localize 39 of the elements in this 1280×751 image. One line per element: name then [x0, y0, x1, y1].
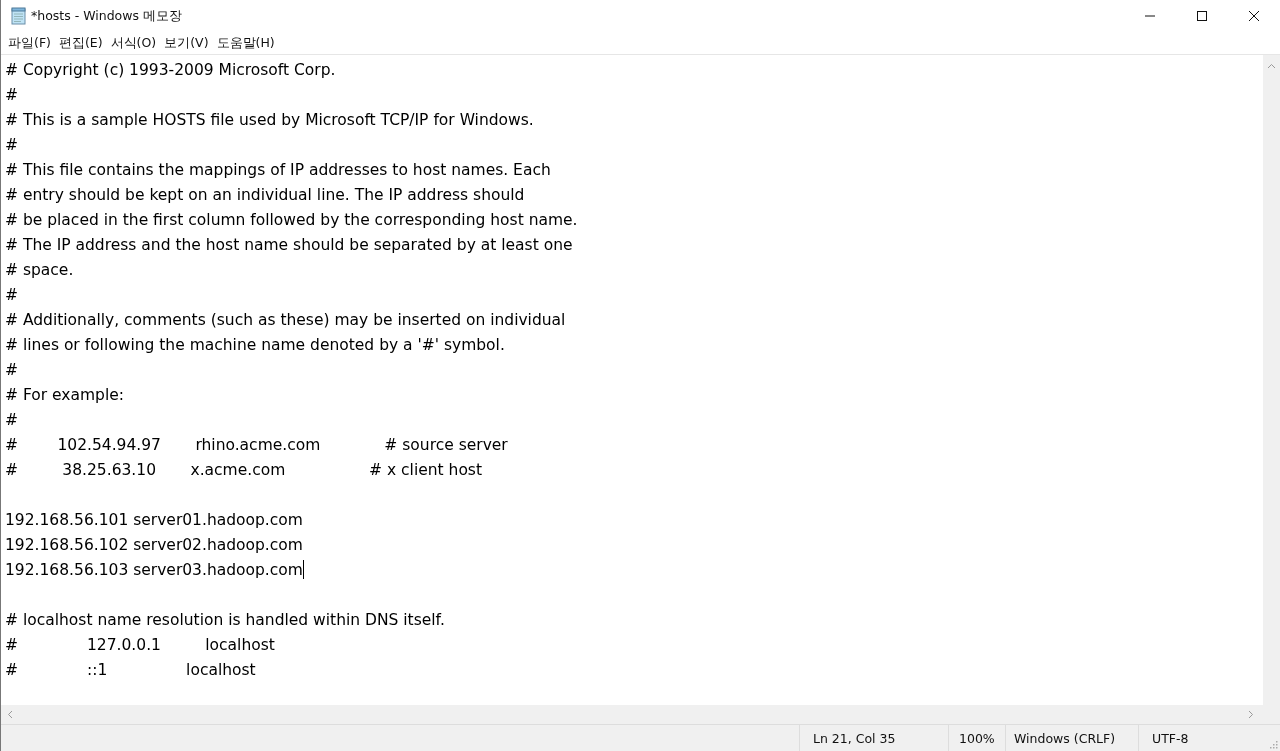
text-line: # lines or following the machine name denoted by a '#' symbol. [5, 334, 505, 355]
status-item: 100% [948, 725, 1005, 751]
text-line: # [5, 359, 18, 380]
text-line: # Additionally, comments (such as these) may be inserted on individual [5, 309, 566, 330]
menu-item[interactable]: 보기(V) [160, 34, 213, 52]
text-line: # [5, 284, 18, 305]
text-line: # entry should be kept on an individual line. The IP address should [5, 184, 525, 205]
menu-item[interactable]: 편집(E) [54, 34, 107, 52]
status-item: Windows (CRLF) [1005, 725, 1138, 751]
text-line: # 102.54.94.97 rhino.acme.com # source server [5, 434, 508, 455]
maximize-icon [1196, 10, 1208, 22]
scroll-right-icon[interactable] [1248, 710, 1254, 719]
text-line: # 127.0.0.1 localhost [5, 634, 275, 655]
status-item: Ln 21, Col 35 [799, 725, 948, 751]
window-title: *hosts - Windows 메모장 [31, 7, 182, 25]
close-icon [1248, 10, 1260, 22]
text-line: # 38.25.63.10 x.acme.com # x client host [5, 459, 482, 480]
text-line: # [5, 134, 18, 155]
text-line: # This file contains the mappings of IP addresses to host names. Each [5, 159, 551, 180]
text-line: # space. [5, 259, 74, 280]
resize-grip-icon[interactable] [1268, 739, 1278, 749]
text-line: # Copyright (c) 1993-2009 Microsoft Corp. [5, 59, 336, 80]
text-line: # ::1 localhost [5, 659, 256, 680]
text-line: # [5, 84, 18, 105]
menu-item[interactable]: 도움말(H) [212, 34, 279, 52]
text-line: # For example: [5, 384, 124, 405]
text-line: 192.168.56.101 server01.hadoop.com [5, 509, 303, 530]
text-line: 192.168.56.103 server03.hadoop.com [5, 559, 303, 580]
menu-item[interactable]: 파일(F) [4, 34, 55, 52]
scroll-up-icon[interactable] [1267, 63, 1276, 69]
scroll-left-icon[interactable] [7, 710, 13, 719]
text-line: # localhost name resolution is handled within DNS itself. [5, 609, 445, 630]
text-line: 192.168.56.102 server02.hadoop.com [5, 534, 303, 555]
text-line: # [5, 409, 18, 430]
text-line: # The IP address and the host name should be separated by at least one [5, 234, 573, 255]
text-line: # be placed in the first column followed by the corresponding host name. [5, 209, 578, 230]
text-line: # This is a sample HOSTS file used by Microsoft TCP/IP for Windows. [5, 109, 534, 130]
menu-item[interactable]: 서식(O) [106, 34, 161, 52]
notepad-icon [11, 7, 27, 25]
